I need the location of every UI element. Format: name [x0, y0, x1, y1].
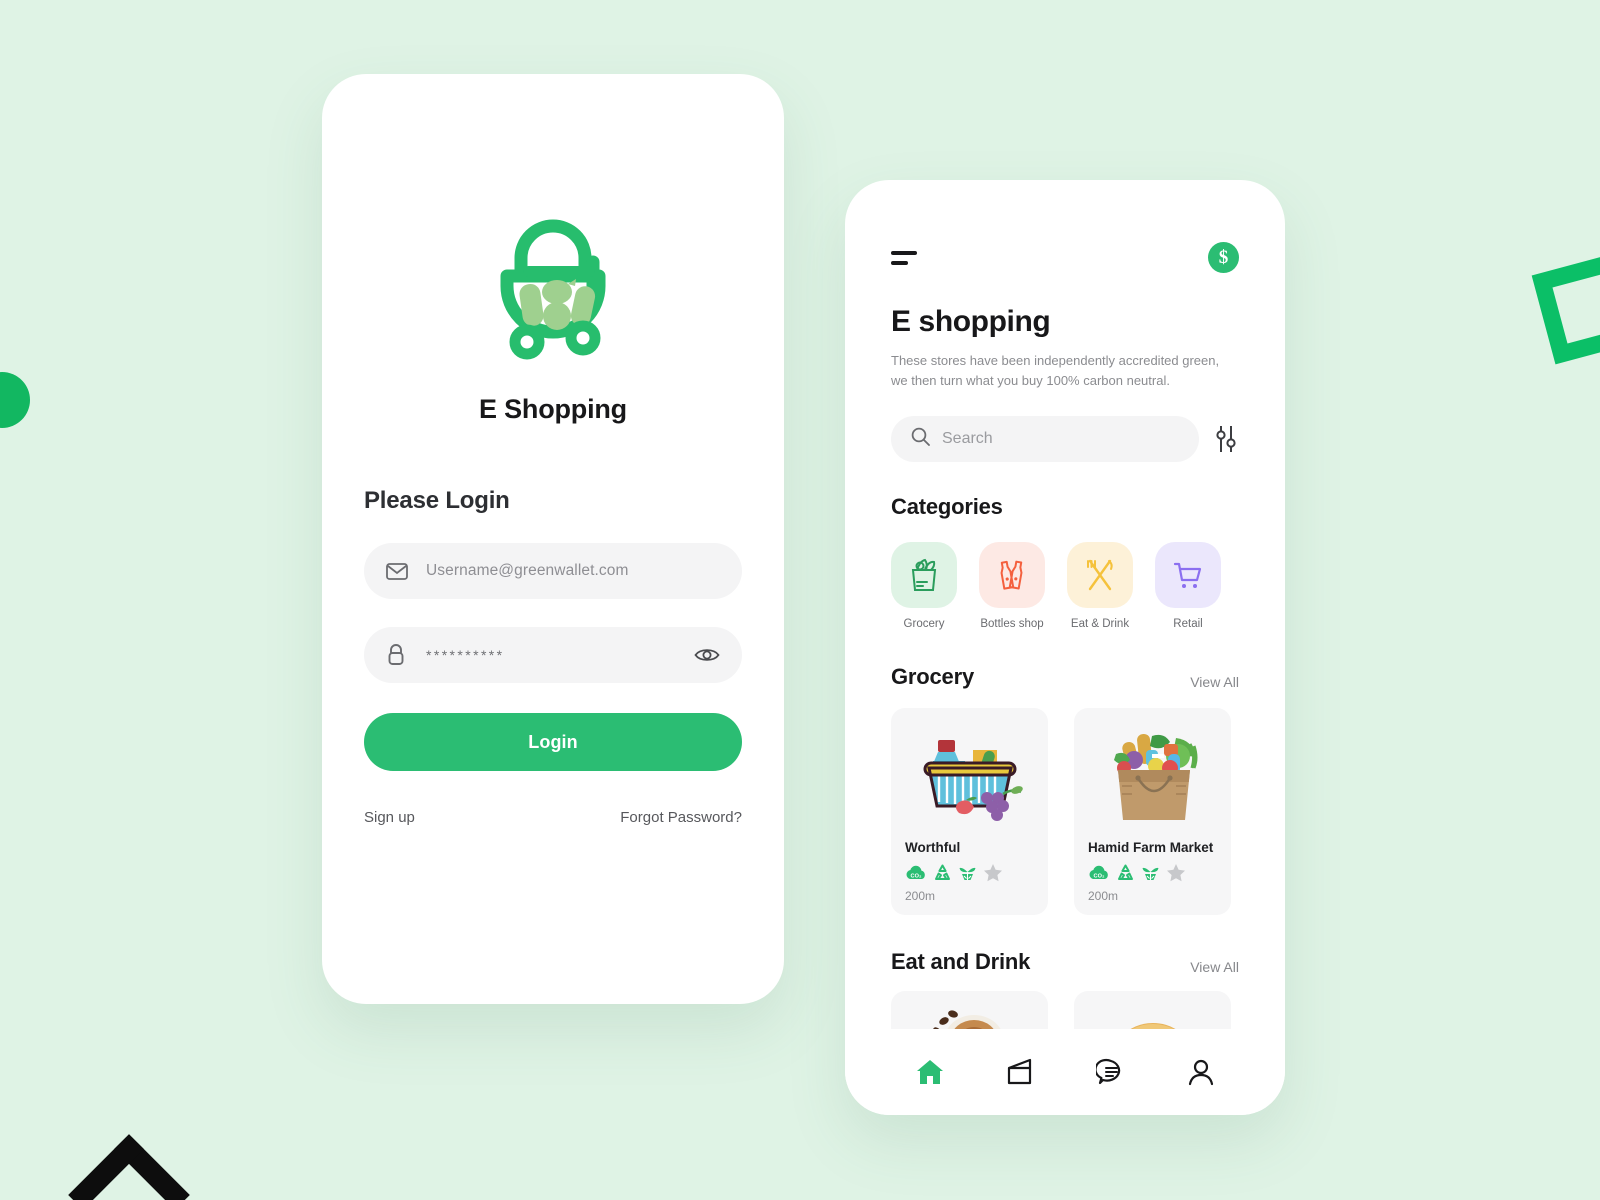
app-title: E Shopping	[479, 394, 627, 424]
envelope-icon	[386, 562, 416, 580]
category-grocery[interactable]: Grocery	[891, 542, 957, 630]
password-value: **********	[426, 647, 505, 663]
section-header-grocery: Grocery View All	[891, 664, 1239, 690]
eat-drink-tile	[1067, 542, 1133, 608]
hamburger-menu-icon[interactable]	[891, 250, 917, 265]
recycle-badge	[935, 864, 950, 880]
login-phone-screen: E Shopping Please Login Username@greenwa…	[322, 74, 784, 1004]
store-distance: 200m	[1088, 889, 1119, 903]
coffee-cup-illustration	[932, 1010, 1001, 1029]
store-thumbnail	[891, 722, 1048, 834]
eco-plant-badge	[959, 867, 976, 880]
store-card[interactable]	[1074, 991, 1231, 1029]
store-badges: CO₂	[1074, 863, 1231, 882]
login-button[interactable]: Login	[364, 713, 742, 771]
store-card[interactable]: Worthful CO₂ 200m	[891, 708, 1048, 915]
page-title: E shopping	[891, 305, 1051, 338]
store-distance: 200m	[905, 889, 936, 903]
home-phone-screen: $ E shopping These stores have been inde…	[845, 180, 1285, 1115]
store-name: Hamid Farm Market	[1088, 840, 1214, 855]
section-title: Grocery	[891, 664, 974, 689]
retail-tile	[1155, 542, 1221, 608]
login-heading: Please Login	[364, 487, 510, 514]
app-logo	[364, 200, 742, 368]
shopping-cart-icon	[1173, 562, 1202, 588]
bottom-navigation	[845, 1029, 1285, 1115]
eco-plant-badge	[1142, 867, 1159, 880]
home-icon	[917, 1060, 944, 1084]
nav-item-profile[interactable]	[1187, 1058, 1215, 1086]
bottles-icon	[1000, 560, 1023, 590]
search-placeholder: Search	[942, 430, 993, 447]
shopping-basket-logo-icon	[500, 219, 606, 360]
store-thumbnail	[1074, 722, 1231, 834]
categories-list: Grocery Bottles shop Eat & Drink Retail	[891, 542, 1239, 630]
bread-illustration	[1130, 1023, 1175, 1029]
email-value: Username@greenwallet.com	[426, 562, 629, 579]
wallet-icon	[1007, 1058, 1031, 1085]
shopping-basket-groceries-illustration	[923, 740, 1023, 821]
home-content: $ E shopping These stores have been inde…	[845, 180, 1285, 1029]
nav-item-wallet[interactable]	[1006, 1058, 1036, 1086]
category-label: Eat & Drink	[1070, 618, 1130, 630]
chat-bubble-icon	[1096, 1058, 1121, 1085]
svg-text:CO₂: CO₂	[911, 873, 922, 879]
wallet-badge[interactable]: $	[1208, 242, 1239, 273]
grocery-card-list: Worthful CO₂ 200m Hamid Farm Market CO₂ …	[891, 708, 1239, 915]
grocery-bag-icon	[911, 558, 937, 591]
forgot-password-link[interactable]: Forgot Password?	[620, 809, 742, 826]
fork-knife-icon	[1087, 559, 1113, 591]
login-links: Sign up Forgot Password?	[364, 809, 742, 826]
search-input[interactable]: Search	[891, 416, 1199, 462]
password-field[interactable]: **********	[364, 627, 742, 683]
category-retail[interactable]: Retail	[1155, 542, 1221, 630]
category-label: Grocery	[903, 618, 945, 630]
store-card[interactable]: Hamid Farm Market CO₂ 200m	[1074, 708, 1231, 915]
decor-green-circle	[0, 372, 30, 428]
sign-up-link[interactable]: Sign up	[364, 809, 415, 826]
page-subtitle: These stores have been independently acc…	[891, 353, 1220, 388]
view-all-grocery[interactable]: View All	[1190, 674, 1239, 690]
category-label: Retail	[1173, 618, 1203, 630]
section-header-eat-and-drink: Eat and Drink View All	[891, 949, 1239, 975]
categories-title: Categories	[891, 494, 1003, 519]
bottles-tile	[979, 542, 1045, 608]
lock-icon	[386, 643, 416, 667]
view-all-eat-and-drink[interactable]: View All	[1190, 959, 1239, 975]
co2-cloud-badge: CO₂	[906, 865, 925, 879]
svg-text:CO₂: CO₂	[1094, 873, 1105, 879]
search-icon	[911, 427, 930, 451]
section-title: Eat and Drink	[891, 949, 1031, 974]
eye-icon[interactable]	[694, 646, 720, 664]
co2-cloud-badge: CO₂	[1089, 865, 1108, 879]
store-card[interactable]	[891, 991, 1048, 1029]
email-field[interactable]: Username@greenwallet.com	[364, 543, 742, 599]
recycle-badge	[1118, 864, 1133, 880]
star-badge	[984, 864, 1002, 882]
nav-item-messages[interactable]	[1096, 1058, 1126, 1086]
home-header: $	[891, 180, 1239, 273]
store-name: Worthful	[905, 840, 961, 855]
store-badges: CO₂	[891, 863, 1048, 882]
star-badge	[1167, 864, 1185, 882]
category-eat-and-drink[interactable]: Eat & Drink	[1067, 542, 1133, 630]
decor-green-square	[1531, 251, 1600, 365]
decor-black-chevron	[68, 1134, 190, 1200]
eat-drink-card-list	[891, 991, 1239, 1029]
filter-sliders-icon[interactable]	[1213, 424, 1239, 454]
search-row: Search	[891, 416, 1239, 462]
paper-grocery-bag-illustration	[1113, 733, 1197, 820]
category-label: Bottles shop	[980, 618, 1044, 630]
user-icon	[1188, 1059, 1213, 1086]
nav-item-home[interactable]	[915, 1058, 945, 1086]
category-bottles-shop[interactable]: Bottles shop	[979, 542, 1045, 630]
grocery-tile	[891, 542, 957, 608]
